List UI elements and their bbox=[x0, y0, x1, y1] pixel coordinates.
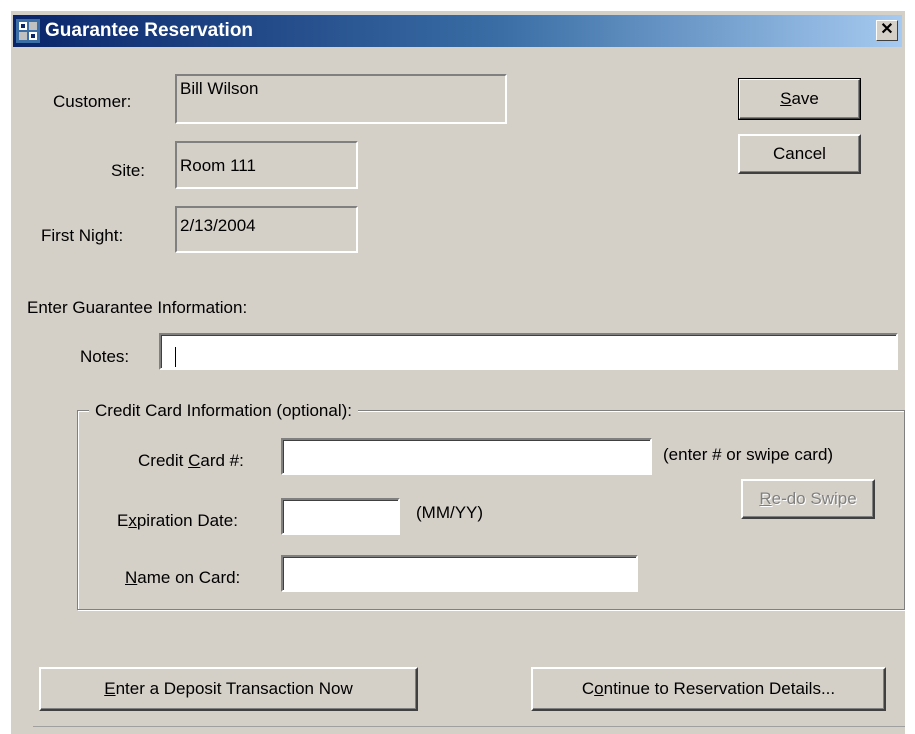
credit-card-number-hint: (enter # or swipe card) bbox=[663, 445, 834, 464]
bottom-divider bbox=[33, 726, 905, 727]
expiration-date-hint: (MM/YY) bbox=[416, 503, 484, 522]
customer-label: Customer: bbox=[53, 92, 132, 111]
guarantee-reservation-dialog: Guarantee Reservation ✕ Customer: Bill W… bbox=[10, 10, 905, 734]
enter-deposit-button[interactable]: Enter a Deposit Transaction Now bbox=[39, 667, 418, 711]
title-bar: Guarantee Reservation ✕ bbox=[13, 15, 902, 47]
save-mnemonic: S bbox=[780, 89, 792, 108]
credit-card-number-input[interactable] bbox=[281, 438, 652, 475]
redo-swipe-button[interactable]: Re-do Swipe bbox=[741, 479, 875, 519]
text-caret bbox=[175, 347, 176, 367]
window-title: Guarantee Reservation bbox=[45, 20, 254, 41]
name-on-card-input[interactable] bbox=[281, 555, 638, 592]
close-button[interactable]: ✕ bbox=[876, 20, 898, 41]
continue-to-details-button[interactable]: Continue to Reservation Details... bbox=[531, 667, 886, 711]
notes-input[interactable] bbox=[159, 333, 898, 370]
first-night-field: 2/13/2004 bbox=[175, 206, 358, 253]
notes-label: Notes: bbox=[80, 347, 130, 366]
cancel-label: Cancel bbox=[773, 144, 826, 163]
save-button[interactable]: Save bbox=[738, 78, 861, 120]
customer-field: Bill Wilson bbox=[175, 74, 507, 124]
site-label: Site: bbox=[111, 161, 146, 180]
site-field: Room 111 bbox=[175, 141, 358, 189]
close-icon: ✕ bbox=[880, 21, 894, 38]
hotel-app-icon bbox=[16, 19, 40, 43]
guarantee-section-label: Enter Guarantee Information: bbox=[27, 298, 248, 317]
cancel-button[interactable]: Cancel bbox=[738, 134, 861, 174]
name-on-card-label: Name on Card: bbox=[125, 568, 241, 587]
credit-card-group-label: Credit Card Information (optional): bbox=[89, 401, 359, 421]
first-night-label: First Night: bbox=[41, 226, 124, 245]
expiration-date-label: Expiration Date: bbox=[117, 511, 238, 530]
save-label: ave bbox=[791, 89, 819, 108]
expiration-date-input[interactable] bbox=[281, 498, 400, 535]
credit-card-number-label: Credit Card #: bbox=[138, 451, 244, 470]
